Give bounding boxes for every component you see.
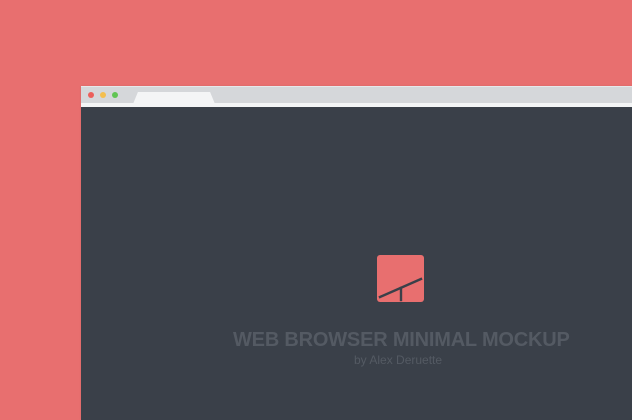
browser-titlebar	[81, 86, 632, 104]
browser-window: WEB BROWSER MINIMAL MOCKUP by Alex Derue…	[81, 86, 632, 420]
browser-content: WEB BROWSER MINIMAL MOCKUP by Alex Derue…	[81, 107, 632, 420]
mockup-author: by Alex Deruette	[354, 353, 443, 367]
minimize-light-icon[interactable]	[100, 92, 106, 98]
mockup-title: WEB BROWSER MINIMAL MOCKUP	[233, 329, 570, 351]
close-light-icon[interactable]	[88, 92, 94, 98]
brand-logo-icon	[377, 255, 424, 302]
zoom-light-icon[interactable]	[112, 92, 118, 98]
